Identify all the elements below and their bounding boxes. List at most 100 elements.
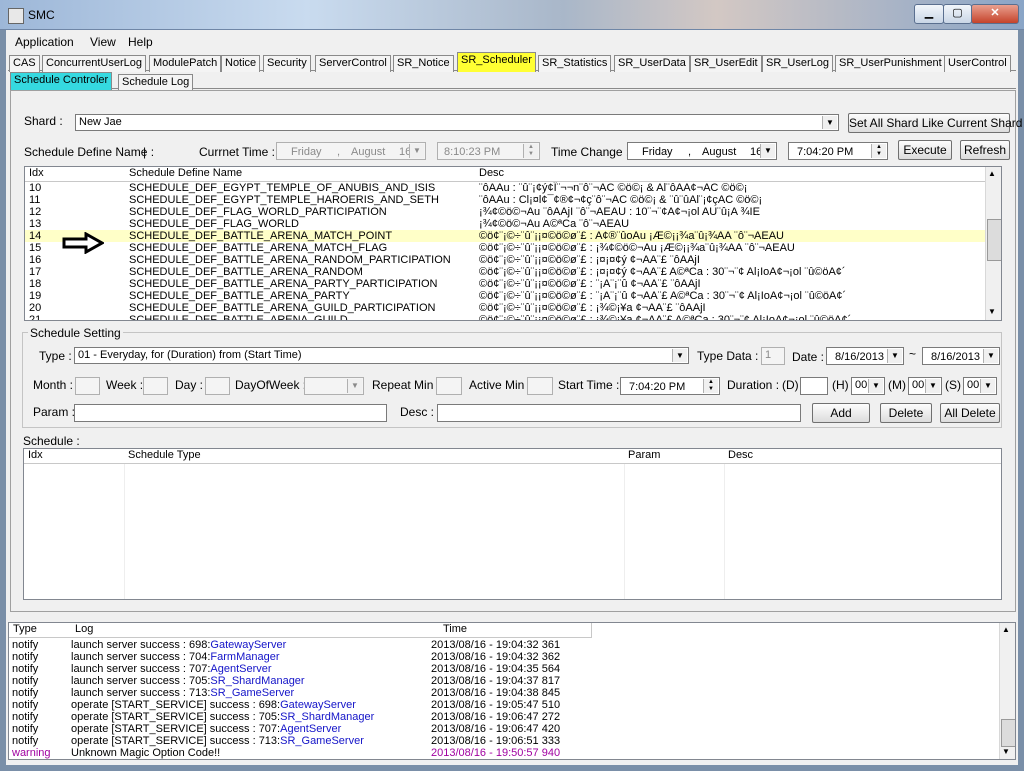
change-month: August: [702, 146, 737, 158]
define-table-row[interactable]: 16 SCHEDULE_DEF_BATTLE_ARENA_RANDOM_PARTI…: [25, 254, 985, 266]
duration-hour-select[interactable]: 00 ▼: [851, 377, 885, 395]
tab-modulepatch[interactable]: ModulePatch: [149, 55, 222, 72]
subtab-schedule-log[interactable]: Schedule Log: [118, 74, 194, 91]
tab-sr-scheduler[interactable]: SR_Scheduler: [457, 52, 536, 72]
menu-help[interactable]: Help: [128, 35, 153, 49]
scroll-up-icon[interactable]: ▲: [1002, 625, 1010, 634]
log-row[interactable]: notify operate [START_SERVICE] success : …: [9, 699, 997, 711]
log-server-id: 705:: [258, 711, 281, 723]
define-table-row[interactable]: 13 SCHEDULE_DEF_FLAG_WORLD ¡¾¢©ö©¬Au A©ªCa…: [25, 218, 985, 230]
define-table-row[interactable]: 19 SCHEDULE_DEF_BATTLE_ARENA_PARTY ©ö¢¨¡©÷…: [25, 290, 985, 302]
column-header-desc[interactable]: Desc: [724, 449, 979, 464]
log-scrollbar[interactable]: ▲ ▼: [999, 623, 1015, 759]
delete-button[interactable]: Delete: [880, 403, 932, 423]
date-to-picker[interactable]: 8/16/2013 ▼: [922, 347, 1000, 365]
spinner-icon[interactable]: ▲ ▼: [703, 379, 718, 393]
define-table-scrollbar[interactable]: ▲ ▼: [985, 167, 1001, 320]
log-row[interactable]: notify operate [START_SERVICE] success : …: [9, 711, 997, 723]
column-header-define-name[interactable]: Schedule Define Name: [125, 167, 480, 182]
define-cell-idx: 11: [29, 194, 41, 206]
duration-second-select[interactable]: 00 ▼: [963, 377, 997, 395]
log-row[interactable]: notify launch server success : 704:FarmMa…: [9, 651, 997, 663]
define-table-row[interactable]: 15 SCHEDULE_DEF_BATTLE_ARENA_MATCH_FLAG ©ö…: [25, 242, 985, 254]
refresh-button[interactable]: Refresh: [960, 140, 1010, 160]
log-row[interactable]: notify launch server success : 713:SR_Gam…: [9, 687, 997, 699]
set-all-shard-button[interactable]: Set All Shard Like Current Shard: [848, 113, 1022, 133]
define-table-row[interactable]: 17 SCHEDULE_DEF_BATTLE_ARENA_RANDOM ©ö¢¨¡©…: [25, 266, 985, 278]
log-row[interactable]: notify launch server success : 707:AgentS…: [9, 663, 997, 675]
scroll-thumb[interactable]: [1001, 719, 1015, 747]
current-time-label: Currnet Time :: [199, 145, 276, 159]
change-date-picker[interactable]: Friday , August 16 ▼: [627, 142, 777, 160]
maximize-button[interactable]: ▢: [943, 4, 972, 24]
subtab-schedule-controler[interactable]: Schedule Controler: [10, 72, 113, 90]
spinner-icon[interactable]: ▲ ▼: [871, 144, 886, 158]
log-message-text: launch server success :: [71, 639, 189, 651]
column-header-desc[interactable]: Desc: [475, 167, 990, 182]
column-header-time[interactable]: Time: [439, 623, 592, 638]
param-input[interactable]: [74, 404, 387, 422]
define-cell-name: SCHEDULE_DEF_BATTLE_ARENA_MATCH_POINT: [129, 230, 393, 242]
log-type: notify: [12, 723, 39, 735]
define-table-row[interactable]: 18 SCHEDULE_DEF_BATTLE_ARENA_PARTY_PARTIC…: [25, 278, 985, 290]
log-row[interactable]: warning Unknown Magic Option Code!! 2013/0…: [9, 747, 997, 759]
tab-sr-userdata[interactable]: SR_UserData: [614, 55, 690, 72]
tab-sr-useredit[interactable]: SR_UserEdit: [690, 55, 762, 72]
log-server-id: 707:: [189, 663, 211, 675]
change-time-field[interactable]: 7:04:20 PM ▲ ▼: [788, 142, 888, 160]
all-delete-button[interactable]: All Delete: [940, 403, 1000, 423]
start-time-field[interactable]: 7:04:20 PM ▲ ▼: [620, 377, 720, 395]
log-server-id: 704:: [189, 651, 211, 663]
column-header-type[interactable]: Type: [9, 623, 76, 638]
define-table-row[interactable]: 20 SCHEDULE_DEF_BATTLE_ARENA_GUILD_PARTIC…: [25, 302, 985, 314]
shard-select[interactable]: New Jae ▼: [75, 114, 839, 131]
chevron-down-icon: ▼: [868, 379, 883, 393]
scroll-up-icon[interactable]: ▲: [988, 169, 996, 178]
duration-day-field[interactable]: [800, 377, 828, 395]
column-header-log[interactable]: Log: [71, 623, 444, 638]
repeat-min-field: [436, 377, 462, 395]
tab-sr-notice[interactable]: SR_Notice: [393, 55, 454, 72]
log-row[interactable]: notify operate [START_SERVICE] success : …: [9, 735, 997, 747]
tab-servercontrol[interactable]: ServerControl: [315, 55, 391, 72]
tab-sr-statistics[interactable]: SR_Statistics: [538, 55, 612, 72]
column-header-blank: [974, 449, 1001, 464]
define-table-row[interactable]: 14 SCHEDULE_DEF_BATTLE_ARENA_MATCH_POINT ©…: [25, 230, 985, 242]
scroll-down-icon[interactable]: ▼: [1002, 747, 1010, 756]
menu-application[interactable]: Application: [15, 35, 74, 49]
close-button[interactable]: ✕: [971, 4, 1019, 24]
tab-security[interactable]: Security: [263, 55, 311, 72]
define-table-row[interactable]: 21 SCHEDULE_DEF_BATTLE_ARENA_GUILD ©ö¢¨¡©÷…: [25, 314, 985, 321]
tab-concurrentuserlog[interactable]: ConcurrentUserLog: [42, 55, 146, 72]
log-message-text: operate [START_SERVICE] success :: [71, 723, 259, 735]
column-header-schedule-type[interactable]: Schedule Type: [124, 449, 629, 464]
menu-view[interactable]: View: [90, 35, 116, 49]
column-header-idx[interactable]: Idx: [25, 167, 130, 182]
tab-sr-userlog[interactable]: SR_UserLog: [762, 55, 833, 72]
log-row[interactable]: notify launch server success : 705:SR_Sha…: [9, 675, 997, 687]
date-from-picker[interactable]: 8/16/2013 ▼: [826, 347, 904, 365]
scroll-down-icon[interactable]: ▼: [988, 307, 996, 316]
type-select[interactable]: 01 - Everyday, for (Duration) from (Star…: [74, 347, 689, 364]
tab-notice[interactable]: Notice: [221, 55, 261, 72]
tab-usercontrol[interactable]: UserControl: [944, 55, 1011, 72]
minimize-button[interactable]: ▁: [914, 4, 944, 24]
log-row[interactable]: notify launch server success : 698:Gatewa…: [9, 639, 997, 651]
define-cell-name: SCHEDULE_DEF_BATTLE_ARENA_GUILD: [129, 314, 348, 321]
define-table-row[interactable]: 11 SCHEDULE_DEF_EGYPT_TEMPLE_HAROERIS_AND…: [25, 194, 985, 206]
define-table-row[interactable]: 10 SCHEDULE_DEF_EGYPT_TEMPLE_OF_ANUBIS_AN…: [25, 182, 985, 194]
execute-button[interactable]: Execute: [898, 140, 952, 160]
column-header-param[interactable]: Param: [624, 449, 729, 464]
define-table-row[interactable]: 12 SCHEDULE_DEF_FLAG_WORLD_PARTICIPATION ¡…: [25, 206, 985, 218]
tab-cas[interactable]: CAS: [9, 55, 40, 72]
desc-input[interactable]: [437, 404, 801, 422]
log-time: 2013/08/16 - 19:50:57 940: [431, 747, 561, 759]
log-server-id: 705:: [189, 675, 211, 687]
duration-minute-select[interactable]: 00 ▼: [908, 377, 942, 395]
chevron-down-icon[interactable]: ▼: [760, 144, 775, 158]
log-row[interactable]: notify operate [START_SERVICE] success : …: [9, 723, 997, 735]
tab-sr-userpunishment[interactable]: SR_UserPunishment: [835, 55, 946, 72]
scroll-thumb[interactable]: [987, 219, 1001, 261]
add-button[interactable]: Add: [812, 403, 870, 423]
column-header-idx[interactable]: Idx: [24, 449, 129, 464]
